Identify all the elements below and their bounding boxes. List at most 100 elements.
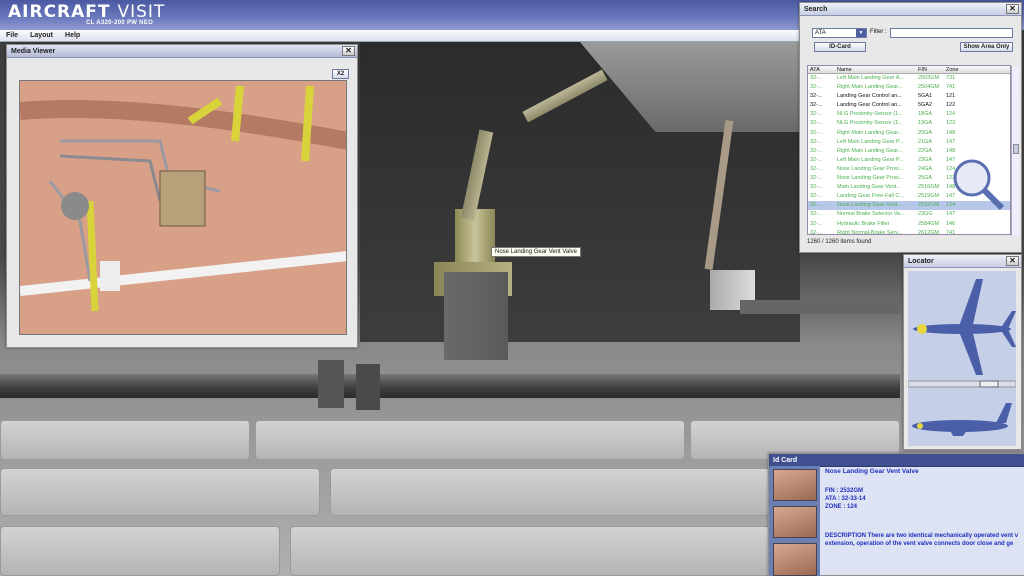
floor-panel (0, 468, 320, 516)
floor-panel (0, 420, 250, 460)
app-title-strong: AIRCRAFT (8, 2, 111, 22)
cell-ata: 32-... (810, 84, 823, 91)
table-row[interactable]: 32-... Landing Gear Control an... 5GA1 121 (808, 92, 1010, 101)
locator-slider[interactable] (907, 380, 1017, 388)
col-ata[interactable]: ATA (808, 66, 835, 73)
search-title: Search (804, 6, 828, 13)
cell-fin: 5GA2 (918, 102, 933, 109)
cell-name: Right Normal-Brake Serv... (837, 229, 903, 236)
id-card-zone: ZONE : 124 (825, 504, 858, 510)
table-row[interactable]: 32-... Landing Gear Control an... 5GA2 122 (808, 101, 1010, 110)
thumbnail[interactable] (773, 543, 817, 576)
id-card-panel: Id Card Nose Landing Gear Vent Valve FIN… (768, 453, 1024, 576)
description-line: extension, operation of the vent valve c… (825, 541, 1014, 547)
photo-valve (159, 170, 206, 227)
table-row[interactable]: 32-... NLG Proximity-Sensor (1... 19GA 123 (808, 119, 1010, 128)
component-tooltip: Nose Landing Gear Vent Valve (491, 247, 581, 257)
cell-fin: 20GA (918, 129, 933, 136)
side-rail (740, 300, 900, 314)
aircraft-locator-map (907, 279, 1017, 436)
cell-name: NLG Proximity-Sensor (1... (837, 120, 903, 127)
locator-panel: Locator ✕ (903, 254, 1022, 450)
cell-name: Left Main Landing Gear P... (837, 138, 904, 145)
search-titlebar[interactable]: Search ✕ (800, 3, 1021, 16)
cell-ata: 32-... (810, 175, 823, 182)
pipe-bracket (318, 360, 344, 408)
cell-fin: 2532GM (918, 202, 940, 209)
thumbnail[interactable] (773, 469, 817, 501)
component-photo[interactable] (19, 80, 347, 335)
cell-ata: 32-... (810, 75, 823, 81)
filter-input[interactable] (890, 28, 1013, 38)
menu-file[interactable]: File (0, 30, 24, 41)
cell-ata: 32-... (810, 138, 823, 145)
locator-view[interactable] (907, 271, 1017, 446)
description-line: DESCRIPTION There are two identical mech… (825, 533, 1019, 539)
cell-name: Landing Gear Free-Fall C... (837, 193, 904, 200)
cell-ata: 32-... (810, 147, 823, 154)
aircraft-subtitle: CL A320-200 PW NEO (86, 20, 154, 26)
table-row[interactable]: 32-... Right Normal-Brake Serv... 2612GM 74… (808, 229, 1010, 238)
media-viewer-panel: Media Viewer ✕ X2 (6, 44, 358, 348)
cell-ata: 32-... (810, 111, 823, 118)
cell-zone: 124 (946, 111, 956, 118)
results-count: 1260 / 1260 items found (807, 239, 872, 245)
cell-fin: 23GA (918, 156, 933, 163)
aircraft-side-view-icon (912, 403, 1012, 436)
cell-zone: 731 (946, 75, 956, 81)
chevron-down-icon[interactable]: ▼ (856, 29, 866, 37)
photo-yellow-rod (301, 85, 314, 162)
cell-zone: 148 (946, 129, 956, 136)
show-area-only-button[interactable]: Show Area Only (960, 42, 1013, 52)
cell-ata: 32-... (810, 193, 823, 200)
cell-zone: 121 (946, 93, 956, 100)
cell-name: Normal Brake Selector Va... (837, 211, 905, 218)
location-marker-icon (917, 324, 927, 334)
cell-fin: 2519GM (918, 193, 940, 200)
cell-name: Nose Landing Gear Proxi... (837, 175, 904, 182)
zoom-x2-button[interactable]: X2 (332, 69, 349, 79)
hydraulic-pipe (0, 374, 900, 398)
cell-fin: 23GG (918, 211, 933, 218)
id-card-component-name: Nose Landing Gear Vent Valve (825, 468, 919, 475)
col-name[interactable]: Name (835, 66, 916, 73)
id-card-title: Id Card (773, 457, 798, 464)
col-fin[interactable]: FIN (916, 66, 944, 73)
thumbnail[interactable] (773, 506, 817, 538)
photo-clamp (100, 261, 120, 291)
locator-slider-thumb[interactable] (979, 380, 999, 388)
menu-layout[interactable]: Layout (24, 30, 59, 41)
scrollbar-thumb[interactable] (1013, 144, 1019, 154)
photo-fitting (61, 192, 89, 220)
table-row[interactable]: 32-... NLG Proximity-Sensor (1... 18GA 124 (808, 110, 1010, 119)
table-row[interactable]: 32-... Right Main Landing Gear... 20GA 148 (808, 129, 1010, 138)
id-card-button[interactable]: ID-Card (814, 42, 866, 52)
cell-ata: 32-... (810, 93, 823, 100)
col-zone[interactable]: Zone (944, 66, 968, 73)
floor-panel (330, 468, 770, 516)
table-row[interactable]: 32-... Hydraulic Brake Filter 2584GM 146 (808, 220, 1010, 229)
table-row[interactable]: 32-... Right Main Landing Gear... 2504GM 74… (808, 83, 1010, 92)
cell-name: Left Main Landing Gear P... (837, 156, 904, 163)
media-viewer-titlebar[interactable]: Media Viewer ✕ (7, 45, 357, 58)
cell-fin: 22GA (918, 147, 933, 154)
table-scrollbar[interactable] (1011, 66, 1019, 236)
menu-bar: File Layout Help (0, 30, 800, 42)
cell-ata: 32-... (810, 202, 823, 209)
media-viewer-close-button[interactable]: ✕ (342, 46, 355, 56)
filter-label: Filter : (870, 29, 887, 35)
ata-dropdown[interactable]: ATA ▼ (812, 28, 867, 38)
aircraft-top-view-icon (913, 279, 1016, 375)
locator-titlebar[interactable]: Locator ✕ (904, 255, 1021, 268)
menu-help[interactable]: Help (59, 30, 86, 41)
cell-zone: 122 (946, 102, 956, 109)
table-row[interactable]: 32-... Left Main Landing Gear P... 21GA 147 (808, 138, 1010, 147)
cell-fin: 25GA (918, 175, 933, 182)
locator-close-button[interactable]: ✕ (1006, 256, 1019, 266)
id-card-fin: FIN : 2532GM (825, 488, 864, 494)
app-title-light: VISIT (117, 2, 166, 22)
cell-ata: 32-... (810, 120, 823, 127)
search-close-button[interactable]: ✕ (1006, 4, 1019, 14)
table-row[interactable]: 32-... Left Main Landing Gear A... 2503GM 7… (808, 74, 1010, 83)
cell-name: Nose Landing Gear Vent... (837, 202, 902, 209)
